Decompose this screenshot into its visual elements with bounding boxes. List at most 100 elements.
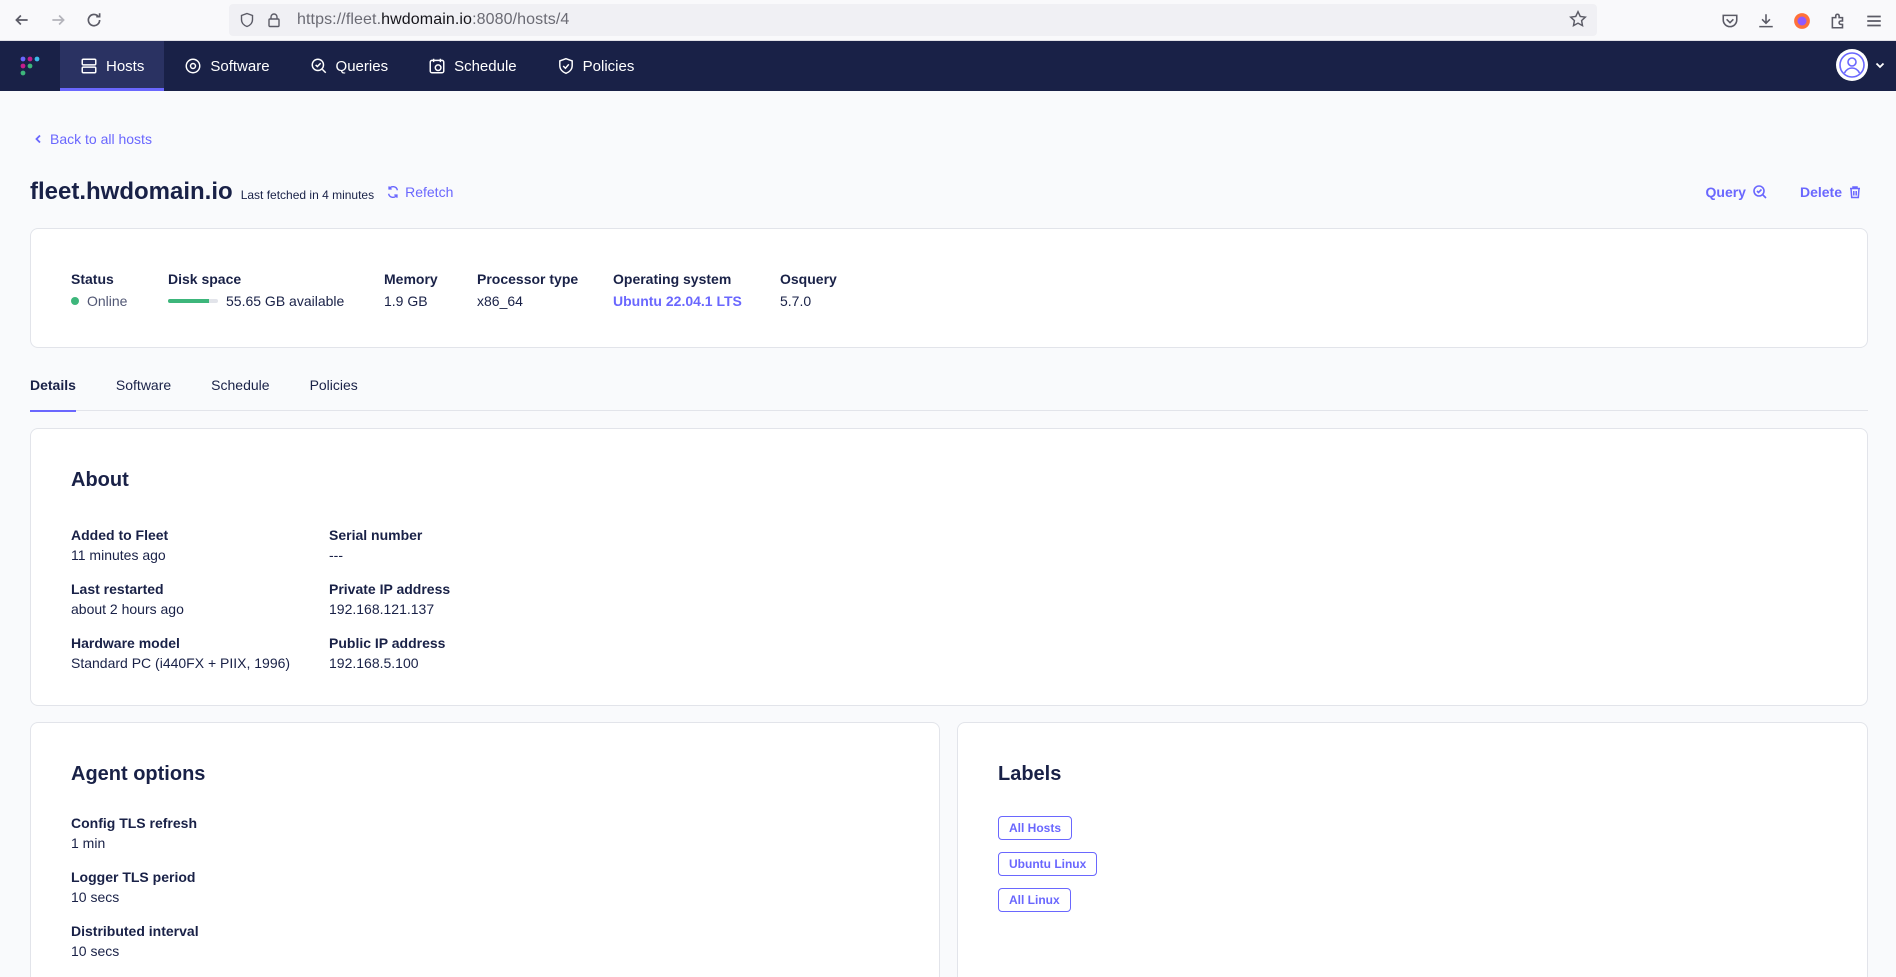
nav-hosts[interactable]: Hosts bbox=[60, 41, 165, 91]
schedule-icon bbox=[429, 58, 445, 74]
forward-arrow-icon[interactable] bbox=[40, 2, 76, 38]
nav-policies[interactable]: Policies bbox=[537, 41, 655, 91]
processor-summary: Processor type x86_64 bbox=[477, 271, 578, 309]
disk-space-fill bbox=[168, 299, 209, 303]
about-card: About Added to Fleet 11 minutes ago Seri… bbox=[30, 428, 1868, 706]
delete-label: Delete bbox=[1799, 184, 1842, 200]
labels-card: Labels All Hosts Ubuntu Linux All Linux bbox=[957, 722, 1868, 977]
software-icon bbox=[185, 58, 201, 74]
chevron-down-icon[interactable] bbox=[1874, 59, 1886, 71]
url-prefix: https://fleet. bbox=[297, 11, 382, 28]
nav-software[interactable]: Software bbox=[164, 41, 289, 91]
nav-schedule[interactable]: Schedule bbox=[408, 41, 537, 91]
osquery-value: 5.7.0 bbox=[780, 293, 812, 309]
last-restarted: Last restarted about 2 hours ago bbox=[71, 581, 184, 617]
os-summary: Operating system Ubuntu 22.04.1 LTS bbox=[613, 271, 742, 309]
bookmark-star-icon[interactable] bbox=[1569, 9, 1589, 30]
nav-policies-label: Policies bbox=[582, 57, 635, 75]
url-text[interactable]: https://fleet.hwdomain.io:8080/hosts/4 bbox=[297, 11, 569, 29]
url-domain: hwdomain.io bbox=[381, 11, 473, 28]
online-status-dot bbox=[71, 297, 79, 305]
nav-queries-label: Queries bbox=[335, 57, 389, 75]
refresh-icon bbox=[388, 185, 399, 199]
query-search-icon bbox=[1753, 185, 1767, 199]
public-ip-value: 192.168.5.100 bbox=[329, 655, 419, 671]
back-to-hosts-link[interactable]: Back to all hosts bbox=[34, 131, 152, 147]
private-ip: Private IP address 192.168.121.137 bbox=[329, 581, 450, 617]
public-ip-label: Public IP address bbox=[329, 635, 446, 651]
firefox-account-icon[interactable] bbox=[1784, 3, 1820, 39]
avatar[interactable] bbox=[1836, 49, 1868, 81]
refetch-button[interactable]: Refetch bbox=[386, 184, 453, 200]
disk-value: 55.65 GB available bbox=[168, 293, 344, 309]
nav-software-label: Software bbox=[210, 57, 270, 75]
distributed-label: Distributed interval bbox=[71, 923, 199, 939]
browser-extensions bbox=[1712, 0, 1896, 41]
reload-icon[interactable] bbox=[76, 2, 112, 38]
config-value: 1 min bbox=[71, 835, 106, 851]
processor-label: Processor type bbox=[477, 271, 579, 287]
label-ubuntu-linux[interactable]: Ubuntu Linux bbox=[998, 852, 1098, 876]
labels-title: Labels bbox=[998, 763, 1062, 785]
logger-value: 10 secs bbox=[71, 889, 120, 905]
added-to-fleet: Added to Fleet 11 minutes ago bbox=[71, 527, 168, 563]
memory-label: Memory bbox=[384, 271, 438, 287]
status-value: Online bbox=[71, 293, 127, 309]
disk-label: Disk space bbox=[168, 271, 242, 287]
label-all-hosts[interactable]: All Hosts bbox=[998, 816, 1073, 840]
memory-value: 1.9 GB bbox=[384, 293, 428, 309]
disk-summary: Disk space 55.65 GB available bbox=[168, 271, 344, 309]
tab-details[interactable]: Details bbox=[30, 370, 76, 412]
os-link[interactable]: Ubuntu 22.04.1 LTS bbox=[613, 293, 742, 309]
trash-icon bbox=[1850, 186, 1860, 199]
hamburger-menu-icon[interactable] bbox=[1856, 3, 1892, 39]
header-actions: Query Delete bbox=[1706, 184, 1863, 200]
nav-queries[interactable]: Queries bbox=[290, 41, 409, 91]
url-suffix: :8080/hosts/4 bbox=[472, 11, 570, 28]
shield-icon[interactable] bbox=[237, 10, 257, 30]
tab-software[interactable]: Software bbox=[116, 370, 171, 411]
query-button[interactable]: Query bbox=[1706, 184, 1768, 200]
added-value: 11 minutes ago bbox=[71, 547, 166, 563]
osquery-label: Osquery bbox=[780, 271, 837, 287]
processor-value: x86_64 bbox=[477, 293, 523, 309]
lock-icon[interactable] bbox=[265, 11, 283, 29]
distributed-interval: Distributed interval 10 secs bbox=[71, 923, 199, 959]
public-ip: Public IP address 192.168.5.100 bbox=[329, 635, 445, 671]
restarted-label: Last restarted bbox=[71, 581, 164, 597]
download-icon[interactable] bbox=[1748, 3, 1784, 39]
serial-value: --- bbox=[329, 547, 343, 563]
back-arrow-icon[interactable] bbox=[4, 2, 40, 38]
added-label: Added to Fleet bbox=[71, 527, 169, 543]
osquery-summary: Osquery 5.7.0 bbox=[780, 271, 837, 309]
config-label: Config TLS refresh bbox=[71, 815, 198, 831]
logger-label: Logger TLS period bbox=[71, 869, 196, 885]
host-header: fleet.hwdomain.io Last fetched in 4 minu… bbox=[30, 178, 453, 206]
page-title: fleet.hwdomain.io bbox=[30, 178, 233, 205]
pocket-icon[interactable] bbox=[1712, 3, 1748, 39]
user-menu[interactable] bbox=[1836, 49, 1886, 81]
label-all-linux[interactable]: All Linux bbox=[998, 888, 1071, 912]
status-label: Status bbox=[71, 271, 114, 287]
os-label: Operating system bbox=[613, 271, 732, 287]
back-link-label: Back to all hosts bbox=[50, 131, 152, 147]
status-summary: Status Online bbox=[71, 271, 127, 309]
delete-button[interactable]: Delete bbox=[1800, 184, 1862, 200]
private-ip-value: 192.168.121.137 bbox=[329, 601, 435, 617]
address-bar[interactable]: https://fleet.hwdomain.io:8080/hosts/4 bbox=[229, 4, 1597, 36]
disk-space-bar bbox=[168, 299, 218, 303]
disk-available-text: 55.65 GB available bbox=[226, 293, 345, 309]
distributed-value: 10 secs bbox=[71, 943, 120, 959]
nav-hosts-label: Hosts bbox=[106, 57, 145, 75]
host-summary-card: Status Online Disk space 55.65 GB availa… bbox=[30, 228, 1868, 348]
status-badge: Online bbox=[87, 293, 128, 309]
tab-schedule[interactable]: Schedule bbox=[211, 370, 269, 411]
queries-icon bbox=[311, 58, 326, 74]
hardware-label: Hardware model bbox=[71, 635, 180, 651]
extensions-puzzle-icon[interactable] bbox=[1820, 3, 1856, 39]
chevron-left-icon bbox=[35, 134, 41, 144]
about-title: About bbox=[71, 469, 129, 491]
nav-schedule-label: Schedule bbox=[454, 57, 517, 75]
tab-policies[interactable]: Policies bbox=[310, 370, 358, 411]
fleet-logo[interactable] bbox=[0, 41, 60, 91]
